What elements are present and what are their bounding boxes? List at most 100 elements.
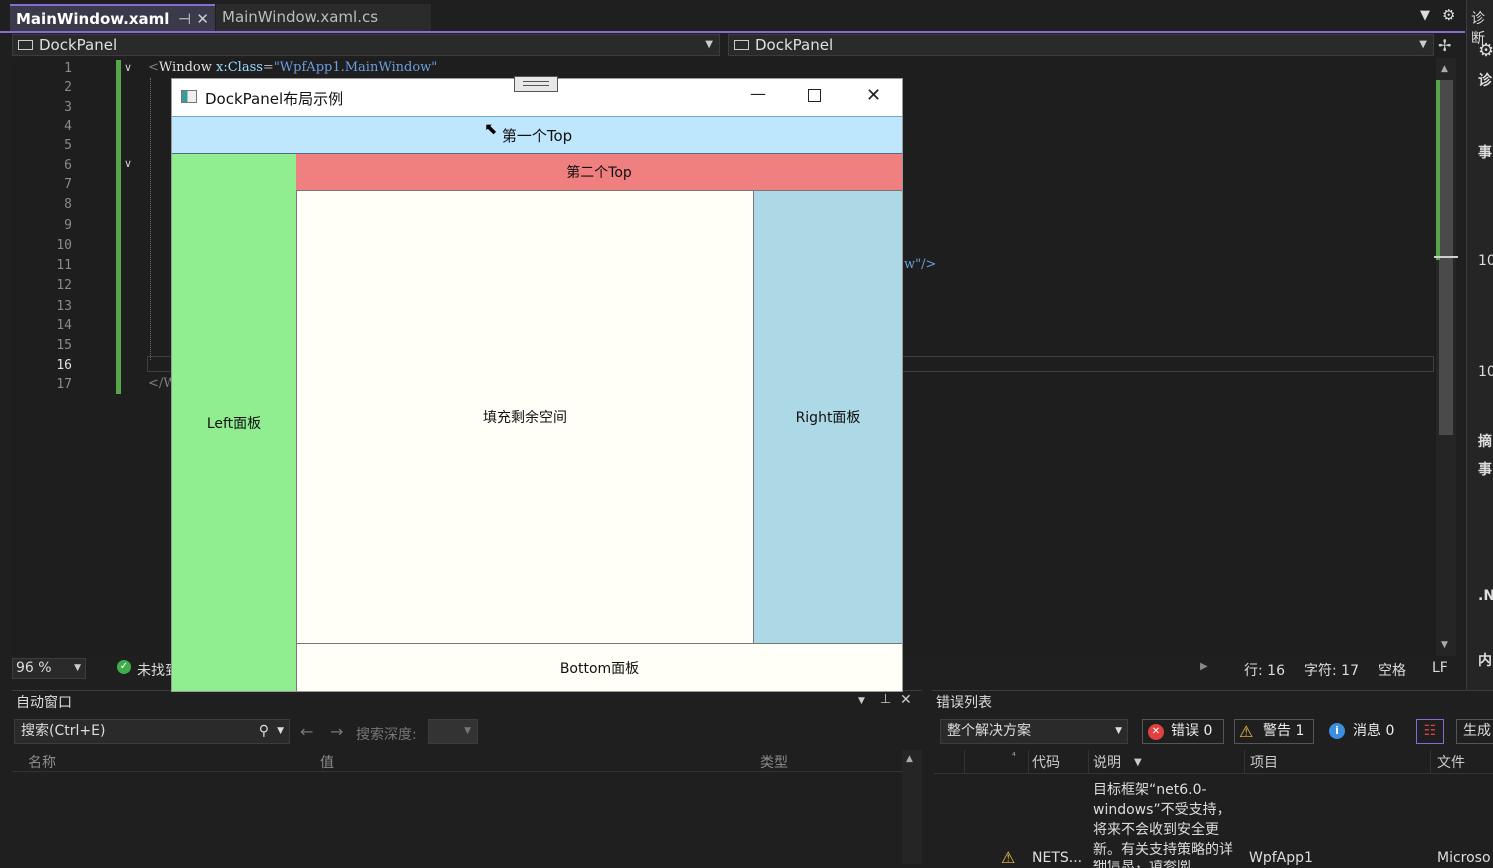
- wpf-app-window[interactable]: DockPanel布局示例 — ✕ 第一个Top Left面板 第二个Top 填…: [171, 78, 903, 692]
- indent-guide: [150, 78, 151, 360]
- line-number: 9: [64, 218, 72, 233]
- diag-item: .N: [1478, 588, 1493, 604]
- sort-descending-icon: ▼: [1134, 757, 1142, 768]
- window-drag-handle[interactable]: [514, 76, 558, 92]
- arrow-right-icon[interactable]: →: [330, 722, 343, 741]
- code-attribute-value: "WpfApp1.MainWindow": [273, 60, 438, 75]
- code-line-11-tail: w"/>: [904, 257, 937, 272]
- nav-right-value: DockPanel: [755, 36, 834, 54]
- split-icon[interactable]: ✢: [1438, 36, 1451, 55]
- scope-value: 整个解决方案: [947, 723, 1031, 739]
- column-header-project[interactable]: 项目: [1250, 752, 1278, 772]
- line-indicator[interactable]: 行: 16: [1244, 660, 1285, 680]
- eol-indicator[interactable]: LF: [1432, 660, 1448, 676]
- fold-chevron-icon[interactable]: ∨: [124, 61, 132, 74]
- build-dropdown[interactable]: 生成: [1456, 719, 1493, 744]
- dock-bottom-panel: Bottom面板: [296, 643, 902, 691]
- chevron-down-icon: ▼: [464, 726, 471, 736]
- close-icon[interactable]: ✕: [900, 692, 912, 708]
- column-header-value[interactable]: 值: [320, 752, 334, 772]
- char-indicator[interactable]: 字符: 17: [1304, 660, 1359, 680]
- code-attribute: x:Class: [216, 60, 263, 75]
- whitespace-indicator[interactable]: 空格: [1378, 660, 1406, 680]
- diag-item: 事: [1478, 462, 1492, 478]
- chevron-down-icon: ▼: [705, 39, 713, 50]
- scroll-up-icon[interactable]: ▲: [1441, 64, 1448, 74]
- autos-search-input[interactable]: 搜索(Ctrl+E) ⚲ ▼: [14, 719, 290, 744]
- pin-icon[interactable]: ⊣: [178, 6, 191, 33]
- gear-icon[interactable]: ⚙: [1478, 40, 1493, 61]
- filter-icon[interactable]: ☷: [1416, 719, 1444, 744]
- tab-mainwindow-xaml[interactable]: MainWindow.xaml ⊣ ✕: [10, 4, 215, 31]
- warning-icon: ⚠: [1239, 722, 1254, 741]
- column-divider: [1244, 750, 1245, 774]
- nav-dropdown-left[interactable]: DockPanel ▼: [12, 34, 720, 56]
- diagnostics-panel: 诊断: [1466, 0, 1493, 690]
- tab-label: MainWindow.xaml: [16, 10, 170, 28]
- column-header-type[interactable]: 类型: [760, 752, 788, 772]
- column-divider: [964, 750, 965, 774]
- chevron-down-icon[interactable]: ▼: [858, 696, 865, 706]
- line-number: 4: [64, 119, 72, 134]
- sort-icon[interactable]: ⁴: [1012, 752, 1016, 762]
- minimize-icon[interactable]: —: [750, 84, 766, 103]
- error-list-title: 错误列表: [936, 695, 992, 711]
- line-number: 6: [64, 158, 72, 173]
- line-number: 8: [64, 197, 72, 212]
- error-icon: ✕: [1148, 724, 1164, 740]
- dock-fill-area: 填充剩余空间: [296, 191, 753, 643]
- diag-item: 内: [1478, 653, 1492, 669]
- autos-scrollbar[interactable]: ▲: [902, 750, 922, 864]
- column-header-code[interactable]: 代码: [1032, 752, 1060, 772]
- tab-mainwindow-xaml-cs[interactable]: MainWindow.xaml.cs: [216, 4, 431, 31]
- dock-right-panel: Right面板: [753, 191, 902, 643]
- close-icon[interactable]: ✕: [196, 6, 209, 33]
- search-placeholder: 搜索(Ctrl+E): [21, 723, 106, 739]
- change-tracking-bar: [116, 60, 121, 394]
- tab-label: MainWindow.xaml.cs: [222, 8, 379, 26]
- info-icon: i: [1329, 723, 1345, 739]
- check-icon: ✓: [117, 660, 131, 674]
- zoom-dropdown[interactable]: 96 % ▼: [12, 658, 86, 679]
- error-header-row: [934, 750, 1493, 774]
- scroll-up-icon[interactable]: ▲: [906, 754, 913, 764]
- line-number: 16: [56, 358, 72, 373]
- line-number: 15: [56, 338, 72, 353]
- scope-dropdown[interactable]: 整个解决方案 ▼: [940, 719, 1128, 744]
- scroll-right-icon[interactable]: ▶: [1200, 661, 1208, 672]
- nav-dropdown-right[interactable]: DockPanel ▼: [728, 34, 1434, 56]
- warnings-filter-button[interactable]: ⚠ 警告 1: [1234, 719, 1314, 744]
- search-depth-dropdown[interactable]: ▼: [428, 719, 478, 744]
- diag-item: 10: [1478, 253, 1493, 269]
- description-line: 新。有关支持策略的详: [1093, 842, 1233, 858]
- chevron-down-icon: ▼: [1115, 726, 1122, 736]
- messages-filter-button[interactable]: i 消息 0: [1324, 719, 1406, 744]
- gear-icon[interactable]: ⚙: [1442, 6, 1455, 24]
- description-line: 细信息，请参阅: [1093, 860, 1191, 868]
- column-divider: [1088, 750, 1089, 774]
- column-header-description[interactable]: 说明: [1093, 752, 1121, 772]
- arrow-left-icon[interactable]: ←: [300, 722, 313, 741]
- diag-item[interactable]: 摘: [1478, 431, 1492, 451]
- pin-icon[interactable]: ⊥: [880, 692, 891, 707]
- chevron-down-icon[interactable]: ▼: [277, 720, 284, 743]
- fold-chevron-icon[interactable]: ∨: [124, 157, 132, 170]
- maximize-icon[interactable]: [808, 89, 821, 102]
- scroll-down-icon[interactable]: ▼: [1441, 640, 1448, 650]
- dock-top-first: 第一个Top: [172, 116, 902, 154]
- messages-count: 消息 0: [1353, 723, 1395, 739]
- error-row[interactable]: ⚠ NETS... 目标框架“net6.0- windows”不受支持， 将来不…: [934, 776, 1493, 868]
- column-header-name[interactable]: 名称: [28, 752, 56, 772]
- autos-window: [12, 690, 922, 864]
- column-header-file[interactable]: 文件: [1437, 752, 1465, 772]
- chevron-down-icon[interactable]: ▼: [1420, 8, 1430, 23]
- column-divider: [1028, 750, 1029, 774]
- close-icon[interactable]: ✕: [866, 85, 881, 106]
- line-number: 2: [64, 80, 72, 95]
- search-icon[interactable]: ⚲: [259, 720, 269, 743]
- nav-left-value: DockPanel: [39, 36, 118, 54]
- line-number: 17: [56, 377, 72, 392]
- errors-filter-button[interactable]: ✕ 错误 0: [1142, 719, 1224, 744]
- line-number: 5: [64, 138, 72, 153]
- column-divider: [1430, 750, 1431, 774]
